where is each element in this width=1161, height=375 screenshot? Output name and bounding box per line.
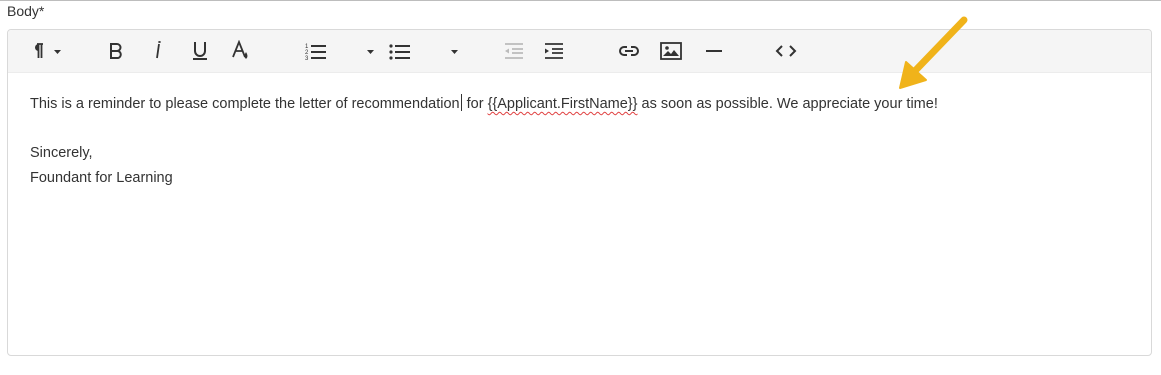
pilcrow-icon: [28, 41, 64, 61]
underline-icon: [190, 40, 210, 62]
body-text-after-caret: for: [462, 96, 488, 112]
link-icon: [617, 41, 641, 61]
closing-line: Sincerely,: [30, 145, 93, 161]
outdent-button[interactable]: [502, 36, 526, 66]
insert-link-button[interactable]: [616, 36, 642, 66]
paragraph-format-button[interactable]: [26, 36, 66, 66]
signature-line: Foundant for Learning: [30, 169, 173, 186]
merge-field-token: {{Applicant.FirstName}}: [487, 96, 638, 112]
image-icon: [659, 41, 683, 61]
text-caret: [460, 94, 462, 111]
indent-icon: [543, 41, 565, 61]
rich-text-editor[interactable]: 1 2 3 This is a reminder to please compl…: [7, 29, 1152, 356]
text-color-button[interactable]: [228, 36, 254, 66]
body-field-label: Body*: [7, 3, 45, 19]
annotation-arrow-icon: [890, 14, 980, 109]
body-text-before-caret: This is a reminder to please complete th…: [30, 96, 460, 112]
top-divider: [0, 0, 1161, 1]
underline-button[interactable]: [188, 36, 212, 66]
bold-icon: [107, 41, 125, 61]
unordered-list-button[interactable]: [388, 36, 462, 66]
horizontal-line-button[interactable]: [702, 36, 726, 66]
outdent-icon: [503, 41, 525, 61]
unordered-list-icon: [388, 41, 462, 61]
bold-button[interactable]: [104, 36, 128, 66]
indent-button[interactable]: [542, 36, 566, 66]
italic-icon: [151, 41, 165, 61]
code-icon: [773, 41, 799, 61]
code-view-button[interactable]: [772, 36, 800, 66]
ordered-list-icon: 1 2 3: [302, 41, 380, 61]
ordered-list-button[interactable]: 1 2 3: [302, 36, 380, 66]
italic-button[interactable]: [148, 36, 168, 66]
horizontal-line-icon: [704, 41, 724, 61]
insert-image-button[interactable]: [658, 36, 684, 66]
text-color-icon: [230, 40, 252, 62]
svg-text:3: 3: [305, 56, 309, 61]
